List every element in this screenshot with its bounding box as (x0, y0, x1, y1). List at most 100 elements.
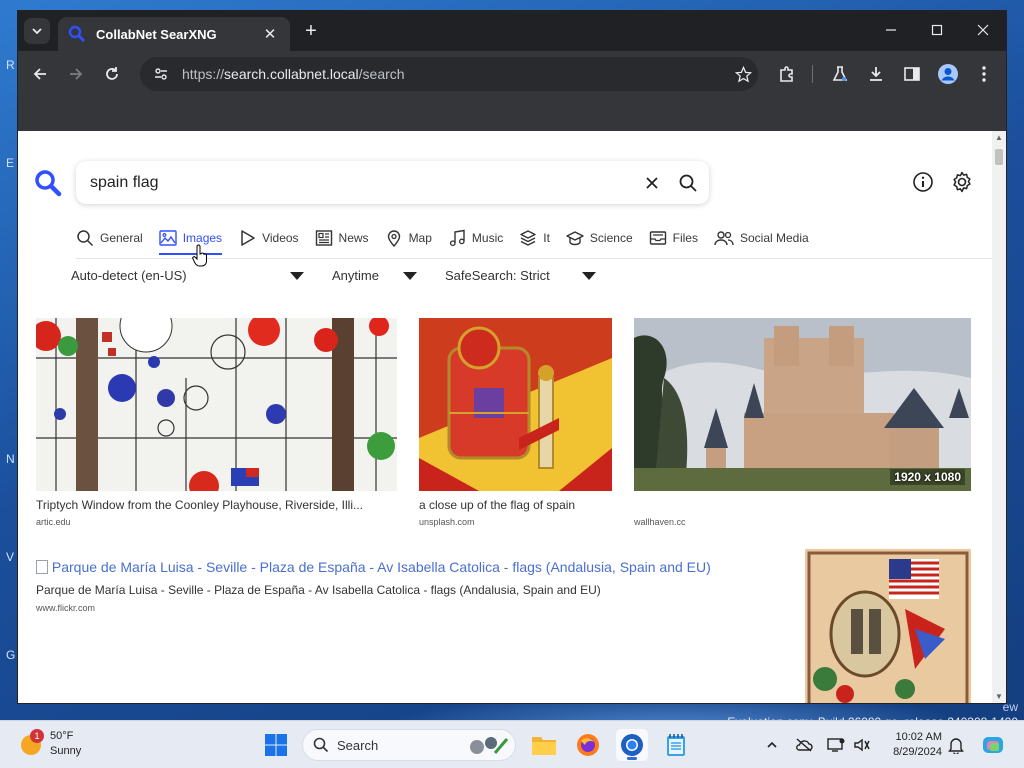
search-highlight-icon (470, 737, 509, 754)
display-icon[interactable] (826, 735, 846, 755)
show-hidden-icons-button[interactable] (762, 735, 782, 755)
desktop-edge-letter: V (6, 550, 15, 564)
wide-result-source: www.flickr.com (36, 603, 96, 613)
tab-it[interactable]: It (519, 223, 550, 253)
profile-button[interactable] (936, 62, 960, 86)
safesearch-select[interactable]: SafeSearch: Strict (445, 268, 597, 283)
tab-search-button[interactable] (24, 18, 50, 44)
tab-label: Music (471, 231, 504, 245)
category-divider (76, 258, 992, 259)
extensions-button[interactable] (775, 62, 799, 86)
downloads-button[interactable] (864, 62, 888, 86)
arrow-left-icon (33, 68, 46, 80)
image-result[interactable]: a close up of the flag of spain unsplash… (419, 318, 612, 538)
clock[interactable]: 10:02 AM 8/29/2024 (882, 730, 942, 760)
tab-files[interactable]: Files (649, 223, 698, 253)
tab-images[interactable]: Images (158, 223, 223, 255)
tab-social-media[interactable]: Social Media (714, 223, 809, 253)
result-thumbnail[interactable] (419, 318, 612, 491)
side-panel-button[interactable] (900, 62, 924, 86)
chevron-down-icon (32, 28, 42, 35)
reload-button[interactable] (100, 62, 124, 86)
tab-label: It (543, 231, 550, 245)
language-select[interactable]: Auto-detect (en-US) (71, 268, 307, 283)
chrome-button[interactable] (616, 729, 648, 761)
search-button[interactable] (673, 168, 703, 198)
poster-thumbnail[interactable] (805, 549, 971, 703)
close-icon (977, 24, 989, 36)
weather-widget[interactable]: 1 50°F Sunny (18, 729, 81, 759)
minimize-button[interactable] (868, 11, 914, 49)
site-info-button[interactable] (148, 61, 174, 87)
result-thumbnail[interactable] (634, 318, 971, 491)
tab-label: Map (408, 231, 432, 245)
info-icon[interactable] (912, 171, 934, 193)
tab-title: CollabNet SearXNG (96, 26, 217, 42)
tab-label: Files (672, 231, 698, 245)
file-explorer-button[interactable] (528, 729, 560, 761)
tab-label: Social Media (739, 231, 809, 245)
search-icon (313, 737, 329, 753)
time-range-select[interactable]: Anytime (332, 268, 418, 283)
result-thumbnail[interactable] (36, 318, 397, 491)
tab-close-icon[interactable]: ✕ (260, 25, 280, 43)
image-result[interactable]: 1920 x 1080 wallhaven.cc (634, 318, 971, 538)
firefox-button[interactable] (572, 729, 604, 761)
copilot-button[interactable] (980, 732, 1006, 758)
search-input[interactable] (90, 173, 637, 192)
result-title[interactable]: a close up of the flag of spain (419, 498, 612, 512)
volume-icon[interactable] (852, 735, 872, 755)
image-result[interactable]: Triptych Window from the Coonley Playhou… (36, 318, 397, 538)
labs-button[interactable] (828, 62, 852, 86)
result-title[interactable]: Triptych Window from the Coonley Playhou… (36, 498, 397, 512)
address-bar[interactable]: https://search.collabnet.local/search (140, 57, 758, 91)
firefox-icon (577, 734, 599, 756)
people-icon (714, 231, 734, 246)
searxng-logo-icon[interactable] (34, 169, 62, 197)
notepad-button[interactable] (660, 729, 692, 761)
search-icon (679, 174, 697, 192)
new-tab-icon[interactable]: + (300, 20, 322, 42)
tab-videos[interactable]: Videos (238, 223, 299, 253)
scroll-up-arrow-icon[interactable]: ▲ (994, 133, 1004, 142)
wide-result-broken-image[interactable]: Parque de María Luisa - Seville - Plaza … (36, 559, 711, 575)
clock-date: 8/29/2024 (893, 746, 942, 758)
browser-tab[interactable]: CollabNet SearXNG ✕ (58, 17, 290, 51)
page-scrollbar[interactable]: ▲ ▼ (992, 131, 1006, 703)
close-window-button[interactable] (960, 11, 1006, 49)
tab-news[interactable]: News (315, 223, 369, 253)
back-button[interactable] (28, 62, 52, 86)
tab-music[interactable]: Music (448, 223, 503, 253)
tab-general[interactable]: General (76, 223, 143, 253)
tab-science[interactable]: Science (566, 223, 633, 253)
maximize-icon (931, 24, 943, 36)
gear-icon[interactable] (950, 170, 974, 194)
start-button[interactable] (260, 729, 292, 761)
network-status-icon[interactable] (794, 735, 814, 755)
clear-search-button[interactable] (637, 168, 667, 198)
desktop-edge-letter: R (6, 58, 15, 72)
forward-button[interactable] (64, 62, 88, 86)
url-path: /search (358, 66, 405, 82)
bell-icon (948, 738, 964, 754)
language-select-value: Auto-detect (en-US) (71, 268, 187, 283)
search-icon (77, 230, 94, 247)
sun-icon: 1 (18, 729, 44, 757)
scrollbar-thumb[interactable] (995, 149, 1003, 165)
bookmark-button[interactable] (728, 59, 758, 89)
chevron-up-icon (767, 741, 777, 748)
tab-map[interactable]: Map (385, 223, 432, 253)
chevron-down-icon (403, 272, 417, 280)
scroll-down-arrow-icon[interactable]: ▼ (994, 692, 1004, 701)
flask-icon (832, 66, 848, 81)
bookmark-bar (18, 97, 1006, 131)
copilot-icon (983, 737, 1003, 753)
search-box (76, 161, 709, 204)
taskbar-search[interactable]: Search (302, 729, 516, 761)
notifications-button[interactable] (946, 735, 966, 755)
menu-button[interactable] (972, 62, 996, 86)
maximize-button[interactable] (914, 11, 960, 49)
wide-result-title[interactable]: Parque de María Luisa - Seville - Plaza … (36, 583, 601, 597)
minimize-icon (886, 29, 896, 31)
kebab-menu-icon (982, 66, 986, 82)
